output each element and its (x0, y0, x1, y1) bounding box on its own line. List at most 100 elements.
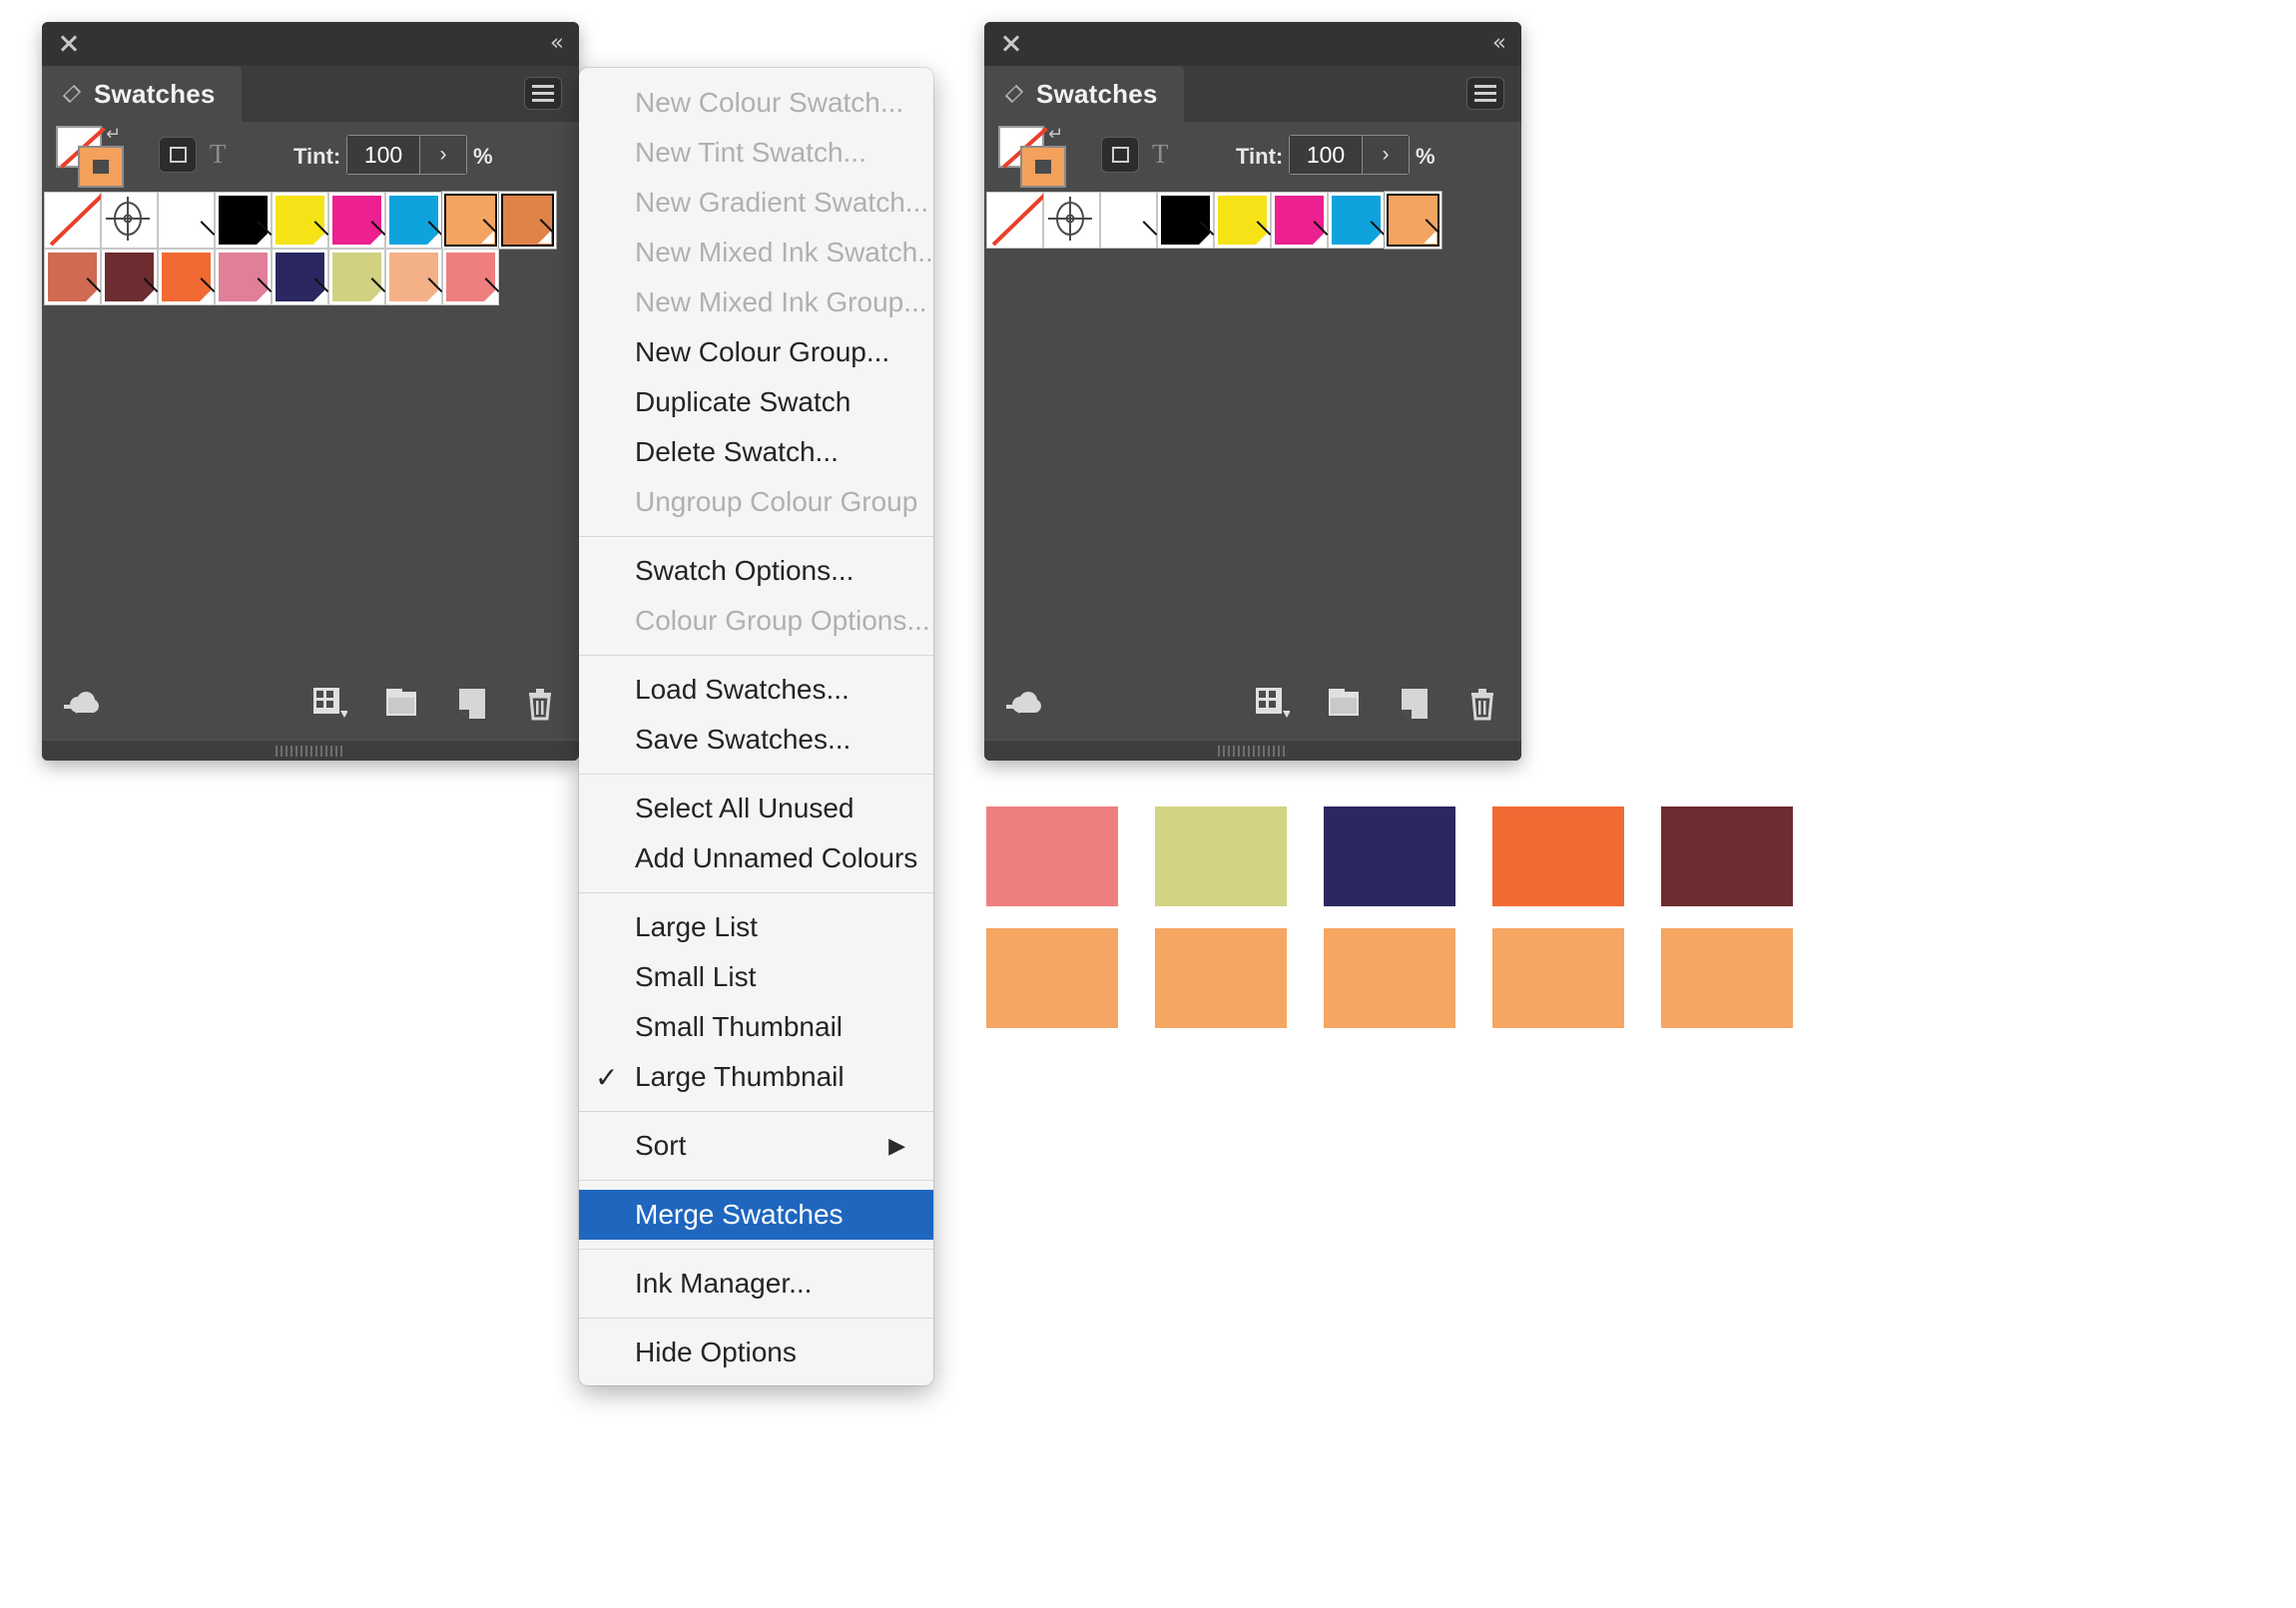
none-slash-icon (991, 193, 1047, 247)
close-icon[interactable] (58, 32, 80, 54)
menu-item-new-colour-group[interactable]: New Colour Group... (579, 327, 933, 377)
panel-resize-strip[interactable] (42, 740, 579, 761)
swap-fill-stroke-icon[interactable]: ↵ (1048, 126, 1063, 144)
collapse-chevrons-icon[interactable]: « (1492, 32, 1506, 55)
swatch-paper[interactable] (158, 192, 216, 249)
swap-fill-stroke-icon[interactable]: ↵ (106, 126, 121, 144)
menu-item-swatch-options[interactable]: Swatch Options... (579, 546, 933, 596)
swatch-none[interactable] (986, 192, 1047, 249)
swatch-magenta[interactable] (1271, 192, 1329, 249)
menu-item-add-unnamed-colours[interactable]: Add Unnamed Colours (579, 833, 933, 883)
swatch-orange-light[interactable] (442, 192, 499, 249)
menu-item-save-swatches[interactable]: Save Swatches... (579, 715, 933, 765)
menu-item-large-list[interactable]: Large List (579, 902, 933, 952)
submenu-arrow-icon: ▶ (888, 1133, 905, 1158)
new-swatch-icon[interactable] (457, 688, 487, 725)
tint-stepper-arrow-icon[interactable]: › (1363, 136, 1409, 174)
swatch-none[interactable] (44, 192, 105, 249)
menu-item-label: Duplicate Swatch (635, 386, 852, 417)
menu-item-new-gradient-swatch: New Gradient Swatch... (579, 178, 933, 228)
menu-item-merge-swatches[interactable]: Merge Swatches (579, 1190, 933, 1240)
menu-item-small-list[interactable]: Small List (579, 952, 933, 1002)
swatch-corner-notch (369, 233, 382, 246)
fill-stroke-proxy[interactable]: ↵ (998, 126, 1070, 188)
swatch-maroon[interactable] (101, 249, 159, 305)
fill-proxy-icon[interactable] (78, 146, 124, 188)
swatch-khaki[interactable] (328, 249, 386, 305)
format-affects-text[interactable]: T (1152, 139, 1169, 170)
swatch-black[interactable] (1157, 192, 1215, 249)
hamburger-menu-icon[interactable] (1467, 78, 1503, 109)
tab-swatches[interactable]: Swatches (984, 66, 1184, 122)
fill-stroke-proxy[interactable]: ↵ (56, 126, 128, 188)
delete-swatch-icon[interactable] (1467, 687, 1497, 726)
swatch-cyan[interactable] (385, 192, 443, 249)
tab-swatches[interactable]: Swatches (42, 66, 242, 122)
format-affects-container[interactable] (160, 138, 196, 172)
menu-item-label: Swatch Options... (635, 555, 855, 586)
menu-item-duplicate-swatch[interactable]: Duplicate Swatch (579, 377, 933, 427)
colour-cell (1661, 806, 1793, 906)
menu-item-large-thumbnail[interactable]: ✓ Large Thumbnail (579, 1052, 933, 1102)
delete-swatch-icon[interactable] (525, 687, 555, 726)
new-colour-group-icon[interactable] (385, 689, 419, 724)
panel-resize-grip[interactable] (1218, 746, 1288, 757)
tint-control[interactable]: 100 › (347, 136, 466, 174)
menu-item-label: Ungroup Colour Group (635, 486, 918, 517)
menu-item-small-thumbnail[interactable]: Small Thumbnail (579, 1002, 933, 1052)
menu-item-new-tint-swatch: New Tint Swatch... (579, 128, 933, 178)
swatch-registration[interactable] (1043, 192, 1100, 249)
menu-item-load-swatches[interactable]: Load Swatches... (579, 665, 933, 715)
fill-inner (1035, 160, 1051, 174)
show-swatch-kinds-icon[interactable] (313, 687, 348, 726)
swatches-panel-after-merge[interactable]: « Swatches ↵ T Tint: 100 › % (984, 22, 1521, 761)
tint-unit: % (1416, 144, 1435, 169)
swatch-terracotta[interactable] (44, 249, 102, 305)
hamburger-menu-icon[interactable] (525, 78, 561, 109)
close-icon[interactable] (1000, 32, 1022, 54)
menu-separator (579, 892, 933, 893)
new-swatch-icon[interactable] (1400, 688, 1430, 725)
swatch-magenta[interactable] (328, 192, 386, 249)
new-colour-group-icon[interactable] (1328, 689, 1362, 724)
swatch-corner-notch (481, 231, 494, 244)
swatch-orange-dark[interactable] (499, 192, 556, 249)
swatch-yellow[interactable] (272, 192, 329, 249)
swatch-pink[interactable] (215, 249, 273, 305)
format-affects-container[interactable] (1102, 138, 1138, 172)
swatch-paper[interactable] (1100, 192, 1158, 249)
swatch-registration[interactable] (101, 192, 158, 249)
menu-item-delete-swatch[interactable]: Delete Swatch... (579, 427, 933, 477)
swatches-panel-expanded[interactable]: « Swatches ↵ T Tint: 100 › % (42, 22, 579, 761)
swatch-yellow[interactable] (1214, 192, 1272, 249)
menu-item-hide-options[interactable]: Hide Options (579, 1328, 933, 1377)
show-swatch-kinds-icon[interactable] (1256, 687, 1291, 726)
swatches-panel-menu[interactable]: New Colour Swatch... New Tint Swatch... Ne… (579, 68, 933, 1385)
panel-resize-grip[interactable] (276, 746, 345, 757)
swatch-salmon[interactable] (442, 249, 500, 305)
swatch-orange[interactable] (158, 249, 216, 305)
menu-item-ink-manager[interactable]: Ink Manager... (579, 1259, 933, 1309)
panel-resize-strip[interactable] (984, 740, 1521, 761)
swatch-navy[interactable] (272, 249, 329, 305)
tint-input[interactable]: 100 (1290, 136, 1363, 174)
colour-cell (1155, 806, 1287, 906)
menu-item-label: Small Thumbnail (635, 1011, 844, 1042)
swatch-black[interactable] (215, 192, 273, 249)
fill-proxy-icon[interactable] (1020, 146, 1066, 188)
cc-libraries-icon[interactable] (64, 689, 104, 728)
swatch-cyan[interactable] (1328, 192, 1386, 249)
tint-control[interactable]: 100 › (1290, 136, 1409, 174)
tint-stepper-arrow-icon[interactable]: › (420, 136, 466, 174)
format-affects-text[interactable]: T (210, 139, 227, 170)
menu-item-sort[interactable]: Sort ▶ (579, 1121, 933, 1171)
swatch-peach[interactable] (385, 249, 443, 305)
collapse-chevrons-icon[interactable]: « (550, 32, 564, 55)
swatch-orange-merged[interactable] (1385, 192, 1441, 249)
tint-input[interactable]: 100 (347, 136, 420, 174)
menu-item-select-all-unused[interactable]: Select All Unused (579, 784, 933, 833)
checkmark-icon: ✓ (595, 1061, 619, 1093)
colour-cell (1492, 928, 1624, 1028)
cc-libraries-icon[interactable] (1006, 689, 1046, 728)
swatch-corner-notch (1424, 231, 1436, 244)
